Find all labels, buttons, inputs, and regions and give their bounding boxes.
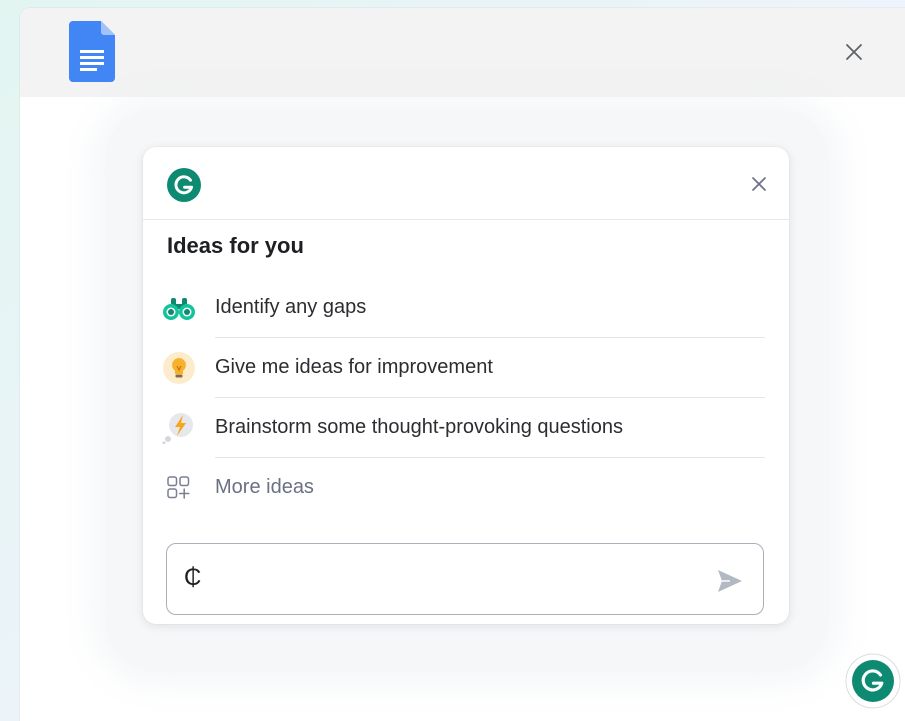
prompt-input[interactable]: ₵ [166, 543, 764, 615]
ideas-panel: Ideas for you Identify any gaps Give me … [143, 147, 789, 624]
binoculars-icon [163, 298, 195, 320]
panel-header [143, 147, 789, 220]
idea-identify-gaps[interactable]: Identify any gaps [161, 278, 765, 338]
idea-label: Give me ideas for improvement [215, 356, 493, 378]
grammarly-logo-icon [167, 168, 201, 202]
panel-title: Ideas for you [167, 233, 304, 258]
prompt-input-value: ₵ [184, 564, 202, 591]
idea-label: More ideas [215, 476, 314, 498]
window-header [20, 8, 905, 97]
app-window: Ideas for you Identify any gaps Give me … [20, 8, 905, 721]
idea-label: Identify any gaps [215, 296, 367, 318]
send-button[interactable] [715, 566, 745, 596]
idea-more-ideas[interactable]: More ideas [161, 458, 765, 518]
thought-bolt-icon [162, 413, 193, 444]
google-docs-icon [69, 21, 115, 82]
grid-sparkle-icon [167, 476, 190, 499]
grammarly-floating-button[interactable] [845, 653, 901, 709]
window-close-button[interactable] [842, 40, 866, 64]
idea-improvement[interactable]: Give me ideas for improvement [161, 338, 765, 398]
idea-label: Brainstorm some thought-provoking questi… [215, 416, 623, 438]
panel-close-button[interactable] [748, 173, 770, 195]
idea-brainstorm-questions[interactable]: Brainstorm some thought-provoking questi… [161, 398, 765, 458]
lightbulb-icon [163, 352, 195, 384]
